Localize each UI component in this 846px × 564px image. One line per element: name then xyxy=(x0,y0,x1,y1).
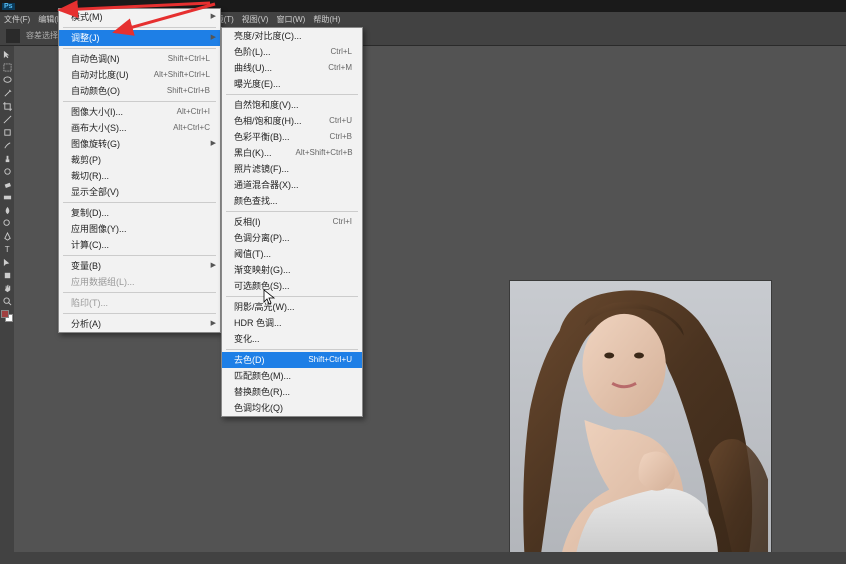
svg-text:T: T xyxy=(4,245,9,254)
zoom-tool-icon[interactable] xyxy=(1,295,13,307)
eraser-tool-icon[interactable] xyxy=(1,178,13,190)
menuitem-通道混合器(X)...[interactable]: 通道混合器(X)... xyxy=(222,177,362,193)
shape-tool-icon[interactable] xyxy=(1,269,13,281)
separator xyxy=(226,211,358,212)
adjustments-submenu-dropdown[interactable]: 亮度/对比度(C)...色阶(L)...Ctrl+L曲线(U)...Ctrl+M… xyxy=(221,27,363,417)
menuitem-色阶(L)...[interactable]: 色阶(L)...Ctrl+L xyxy=(222,44,362,60)
menuitem-色调分离(P)...[interactable]: 色调分离(P)... xyxy=(222,230,362,246)
eyedropper-tool-icon[interactable] xyxy=(1,113,13,125)
menu-窗口(W)[interactable]: 窗口(W) xyxy=(272,13,309,26)
menuitem-色彩平衡(B)...[interactable]: 色彩平衡(B)...Ctrl+B xyxy=(222,129,362,145)
menu-视图(V)[interactable]: 视图(V) xyxy=(238,13,273,26)
brush-tool-icon[interactable] xyxy=(1,139,13,151)
menuitem-自然饱和度(V)...[interactable]: 自然饱和度(V)... xyxy=(222,97,362,113)
menuitem-陷印(T)...: 陷印(T)... xyxy=(59,295,220,311)
menuitem-裁切(R)...[interactable]: 裁切(R)... xyxy=(59,168,220,184)
menuitem-应用图像(Y)...[interactable]: 应用图像(Y)... xyxy=(59,221,220,237)
menuitem-色调均化(Q)[interactable]: 色调均化(Q) xyxy=(222,400,362,416)
menuitem-自动色调(N)[interactable]: 自动色调(N)Shift+Ctrl+L xyxy=(59,51,220,67)
menuitem-应用数据组(L)...: 应用数据组(L)... xyxy=(59,274,220,290)
tools-toolbar[interactable]: T xyxy=(0,46,14,555)
heal-tool-icon[interactable] xyxy=(1,126,13,138)
status-bar xyxy=(0,552,846,564)
menuitem-照片滤镜(F)...[interactable]: 照片滤镜(F)... xyxy=(222,161,362,177)
menuitem-自动对比度(U)[interactable]: 自动对比度(U)Alt+Shift+Ctrl+L xyxy=(59,67,220,83)
type-tool-icon[interactable]: T xyxy=(1,243,13,255)
menuitem-阈值(T)...[interactable]: 阈值(T)... xyxy=(222,246,362,262)
menuitem-去色(D)[interactable]: 去色(D)Shift+Ctrl+U xyxy=(222,352,362,368)
menuitem-裁剪(P)[interactable]: 裁剪(P) xyxy=(59,152,220,168)
menuitem-颜色查找...[interactable]: 颜色查找... xyxy=(222,193,362,209)
menuitem-画布大小(S)...[interactable]: 画布大小(S)...Alt+Ctrl+C xyxy=(59,120,220,136)
lasso-tool-icon[interactable] xyxy=(1,74,13,86)
marquee-tool-icon[interactable] xyxy=(1,61,13,73)
pen-tool-icon[interactable] xyxy=(1,230,13,242)
separator xyxy=(63,255,216,256)
separator xyxy=(226,296,358,297)
move-tool-icon[interactable] xyxy=(1,48,13,60)
menuitem-曲线(U)...[interactable]: 曲线(U)...Ctrl+M xyxy=(222,60,362,76)
menu-文件(F)[interactable]: 文件(F) xyxy=(0,13,34,26)
color-swatch[interactable] xyxy=(1,310,13,322)
separator xyxy=(226,94,358,95)
gradient-tool-icon[interactable] xyxy=(1,191,13,203)
history-brush-tool-icon[interactable] xyxy=(1,165,13,177)
menuitem-可选颜色(S)...[interactable]: 可选颜色(S)... xyxy=(222,278,362,294)
separator xyxy=(63,313,216,314)
menuitem-图像旋转(G)[interactable]: 图像旋转(G) xyxy=(59,136,220,152)
menuitem-替换颜色(R)...[interactable]: 替换颜色(R)... xyxy=(222,384,362,400)
app-logo: Ps xyxy=(2,3,15,10)
separator xyxy=(63,48,216,49)
image-menu-dropdown[interactable]: 模式(M) 调整(J) 自动色调(N)Shift+Ctrl+L自动对比度(U)Alt… xyxy=(58,8,221,333)
active-tool-icon xyxy=(6,29,20,43)
menuitem-变量(B)[interactable]: 变量(B) xyxy=(59,258,220,274)
menu-帮助(H)[interactable]: 帮助(H) xyxy=(309,13,344,26)
document-image[interactable] xyxy=(509,280,772,564)
menuitem-计算(C)...[interactable]: 计算(C)... xyxy=(59,237,220,253)
path-tool-icon[interactable] xyxy=(1,256,13,268)
menuitem-曝光度(E)...[interactable]: 曝光度(E)... xyxy=(222,76,362,92)
menuitem-匹配颜色(M)...[interactable]: 匹配颜色(M)... xyxy=(222,368,362,384)
dodge-tool-icon[interactable] xyxy=(1,217,13,229)
menuitem-黑白(K)...[interactable]: 黑白(K)...Alt+Shift+Ctrl+B xyxy=(222,145,362,161)
menuitem-亮度/对比度(C)...[interactable]: 亮度/对比度(C)... xyxy=(222,28,362,44)
menuitem-阴影/高光(W)...[interactable]: 阴影/高光(W)... xyxy=(222,299,362,315)
portrait-image-icon xyxy=(510,281,771,563)
wand-tool-icon[interactable] xyxy=(1,87,13,99)
crop-tool-icon[interactable] xyxy=(1,100,13,112)
separator xyxy=(63,202,216,203)
menuitem-显示全部(V)[interactable]: 显示全部(V) xyxy=(59,184,220,200)
menuitem-模式(M)[interactable]: 模式(M) xyxy=(59,9,220,25)
menuitem-自动颜色(O)[interactable]: 自动颜色(O)Shift+Ctrl+B xyxy=(59,83,220,99)
hand-tool-icon[interactable] xyxy=(1,282,13,294)
menuitem-渐变映射(G)...[interactable]: 渐变映射(G)... xyxy=(222,262,362,278)
separator xyxy=(63,27,216,28)
stamp-tool-icon[interactable] xyxy=(1,152,13,164)
menuitem-调整(J)[interactable]: 调整(J) xyxy=(59,30,220,46)
blur-tool-icon[interactable] xyxy=(1,204,13,216)
separator xyxy=(63,292,216,293)
separator xyxy=(226,349,358,350)
menuitem-复制(D)...[interactable]: 复制(D)... xyxy=(59,205,220,221)
menuitem-HDR 色调...[interactable]: HDR 色调... xyxy=(222,315,362,331)
separator xyxy=(63,101,216,102)
menuitem-分析(A)[interactable]: 分析(A) xyxy=(59,316,220,332)
menuitem-色相/饱和度(H)...[interactable]: 色相/饱和度(H)...Ctrl+U xyxy=(222,113,362,129)
menuitem-图像大小(I)...[interactable]: 图像大小(I)...Alt+Ctrl+I xyxy=(59,104,220,120)
menuitem-反相(I)[interactable]: 反相(I)Ctrl+I xyxy=(222,214,362,230)
menuitem-变化...[interactable]: 变化... xyxy=(222,331,362,347)
